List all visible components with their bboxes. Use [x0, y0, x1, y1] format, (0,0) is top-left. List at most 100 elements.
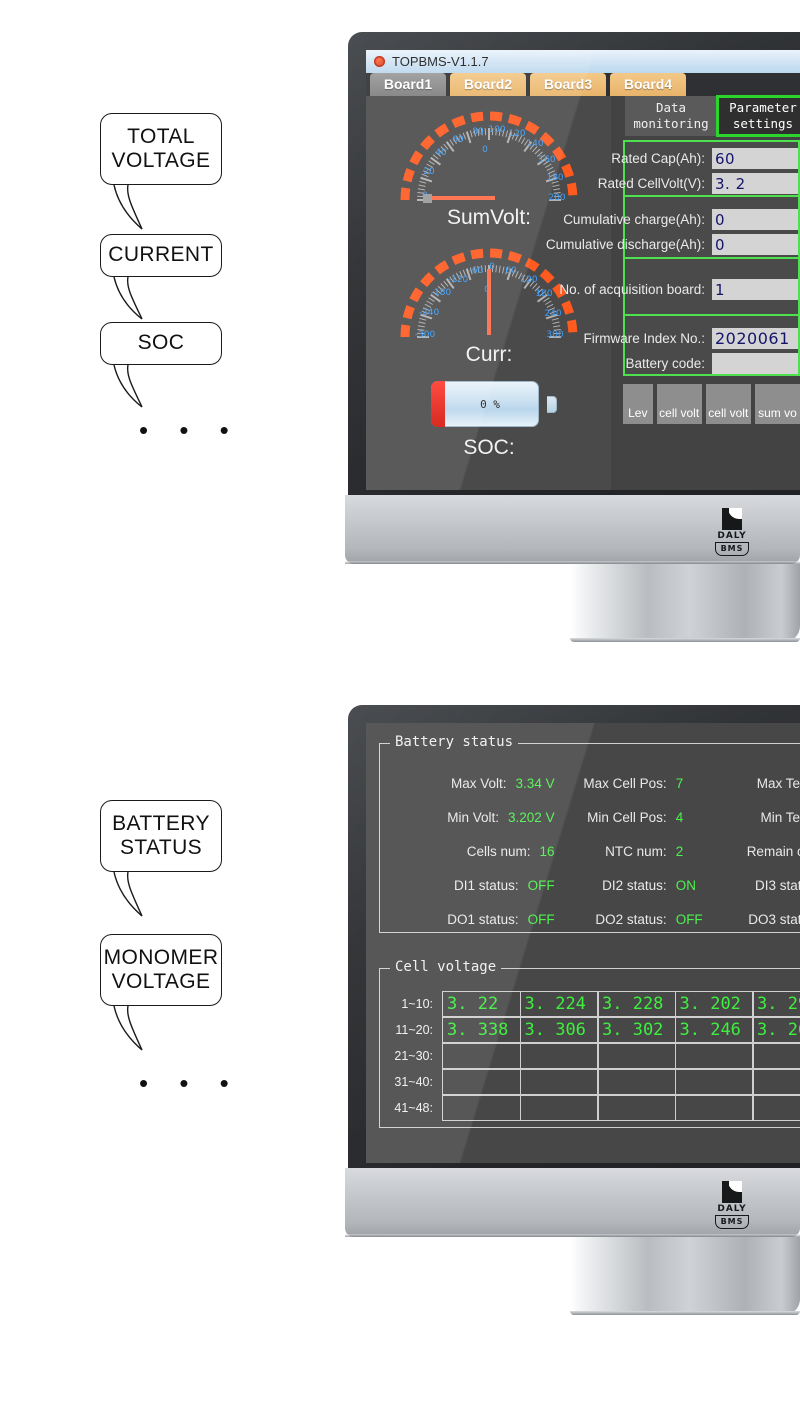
acquisition-board-label: No. of acquisition board:: [559, 282, 705, 297]
cell-voltage-cell[interactable]: [674, 1043, 754, 1069]
board-tab-bar: Board1 Board2 Board3 Board4: [366, 73, 800, 96]
svg-text:0: 0: [482, 145, 488, 155]
sumvolt-gauge: 0 20 40 60 80 100 120 140 160: [394, 104, 584, 204]
cell-voltage-cell[interactable]: 3. 22: [442, 991, 521, 1017]
remain-cap-label: Remain cap:: [746, 843, 800, 859]
setting-row: No. of acquisition board: 1: [559, 277, 798, 302]
cell-voltage-cell[interactable]: [752, 1043, 800, 1069]
callout-tail-icon: [113, 185, 143, 230]
cell-voltage-cell[interactable]: 3. 228: [597, 991, 676, 1017]
cell-voltage-cell[interactable]: [752, 1095, 800, 1121]
do2-status-value: OFF: [675, 911, 703, 927]
cell-voltage-cell[interactable]: 3. 202: [674, 991, 754, 1017]
cell-voltage-cell[interactable]: [519, 1069, 599, 1095]
current-gauge: -300 -240 -180 -120 -60 0 60 120 180 240…: [394, 241, 584, 341]
svg-text:-180: -180: [431, 288, 452, 298]
do1-status-value: OFF: [527, 911, 555, 927]
settings-group-board: No. of acquisition board: 1: [559, 257, 800, 314]
table-row: 1~10: 3. 22 3. 224 3. 228 3. 202 3. 29: [380, 991, 800, 1017]
cell-voltage-cell[interactable]: 3. 306: [519, 1017, 599, 1043]
svg-text:80: 80: [472, 127, 484, 137]
cell-voltage-cell[interactable]: [597, 1043, 676, 1069]
status-row: DI1 status: OFF DI2 status: ON DI3 status:…: [380, 868, 800, 902]
settings-group-rated: Rated Cap(Ah): 60 Rated CellVolt(V): 3. …: [598, 140, 800, 196]
table-row: 21~30:: [380, 1043, 800, 1069]
battery-code-label: Battery code:: [625, 356, 705, 371]
cell-voltage-cell[interactable]: [519, 1043, 599, 1069]
cell-voltage-cell[interactable]: [597, 1069, 676, 1095]
cumulative-charge-label: Cumulative charge(Ah):: [563, 212, 705, 227]
table-header-cellvolt-1[interactable]: cell volt: [656, 384, 702, 424]
cell-voltage-cell[interactable]: 3. 26: [752, 1017, 800, 1043]
cumulative-charge-value[interactable]: 0: [712, 209, 798, 230]
cell-voltage-cell[interactable]: [674, 1069, 754, 1095]
firmware-index-value[interactable]: 2020061: [712, 328, 798, 349]
cell-voltage-cell[interactable]: [519, 1095, 599, 1121]
max-cell-pos-value: 7: [675, 775, 684, 791]
cell-voltage-cell[interactable]: [752, 1069, 800, 1095]
daly-bms-logo-bottom: DALY BMS: [710, 1181, 754, 1229]
status-row: DO1 status: OFF DO2 status: OFF DO3 status…: [380, 902, 800, 936]
battery-code-value[interactable]: [712, 353, 798, 374]
min-volt-value: 3.202 V: [508, 809, 555, 825]
cell-voltage-cell[interactable]: 3. 224: [519, 991, 599, 1017]
cell-voltage-table: 1~10: 3. 22 3. 224 3. 228 3. 202 3. 29 1…: [380, 991, 800, 1121]
tab-board3[interactable]: Board3: [530, 73, 606, 96]
callout-tail-icon: [113, 365, 143, 408]
table-header-cellvolt-2[interactable]: cell volt: [705, 384, 751, 424]
callout-ellipsis-bottom: • • •: [139, 1068, 241, 1098]
cell-voltage-cell[interactable]: [442, 1043, 521, 1069]
monitor-bottom-screen: Battery status Max Volt: 3.34 V Max Cell …: [366, 723, 800, 1163]
acquisition-board-value[interactable]: 1: [712, 279, 798, 300]
bms-badge: BMS: [715, 1215, 749, 1229]
di2-status-value: ON: [675, 877, 696, 893]
sub-tab-bar: Data monitoring Parameter settings: [625, 95, 800, 137]
cell-voltage-legend: Cell voltage: [390, 959, 502, 975]
callout-monomer-voltage-label: MONOMER VOLTAGE: [100, 934, 222, 1006]
tab-board4[interactable]: Board4: [610, 73, 686, 96]
cell-voltage-cell[interactable]: 3. 246: [674, 1017, 754, 1043]
svg-text:-120: -120: [448, 275, 469, 285]
svg-text:200: 200: [548, 193, 565, 203]
tab-board1[interactable]: Board1: [370, 73, 446, 96]
cell-voltage-cell[interactable]: 3. 338: [442, 1017, 521, 1043]
cell-voltage-cell[interactable]: [674, 1095, 754, 1121]
cells-num-value: 16: [539, 843, 555, 859]
svg-text:60: 60: [505, 266, 517, 276]
svg-text:100: 100: [488, 125, 505, 135]
di1-status-label: DI1 status:: [454, 877, 519, 893]
svg-text:60: 60: [452, 135, 464, 145]
svg-text:300: 300: [546, 330, 563, 340]
svg-text:180: 180: [546, 173, 563, 183]
min-temp-label: Min Temp:: [760, 809, 800, 825]
setting-row: Rated CellVolt(V): 3. 2: [598, 171, 798, 196]
table-header-lev[interactable]: Lev: [623, 384, 653, 424]
tab-parameter-settings[interactable]: Parameter settings: [716, 95, 800, 137]
topbms-monitoring-window: Battery status Max Volt: 3.34 V Max Cell …: [366, 723, 800, 1163]
cell-voltage-cell[interactable]: [597, 1095, 676, 1121]
do3-status-label: DO3 status:: [748, 911, 800, 927]
cumulative-discharge-value[interactable]: 0: [712, 234, 798, 255]
status-row: Cells num:16 NTC num:2 Remain cap:4: [380, 834, 800, 868]
rated-cellvolt-label: Rated CellVolt(V):: [597, 176, 705, 191]
svg-text:240: 240: [544, 309, 561, 319]
callout-tail-icon: [113, 872, 143, 917]
callout-tail-icon: [113, 1006, 143, 1051]
svg-text:180: 180: [535, 289, 552, 299]
tab-board2[interactable]: Board2: [450, 73, 526, 96]
soc-percent-label: 0 %: [480, 397, 500, 411]
table-header-sumvolt[interactable]: sum vo: [754, 384, 800, 424]
cell-voltage-cell[interactable]: 3. 302: [597, 1017, 676, 1043]
sumvolt-label: SumVolt:: [446, 206, 532, 229]
svg-text:-300: -300: [415, 330, 436, 340]
cell-voltage-group: Cell voltage 1~10: 3. 22 3. 224 3. 228 3…: [379, 959, 800, 1128]
rated-cap-value[interactable]: 60: [712, 148, 798, 169]
rated-cellvolt-value[interactable]: 3. 2: [712, 173, 798, 194]
tab-data-monitoring[interactable]: Data monitoring: [625, 96, 717, 136]
bms-badge: BMS: [715, 542, 749, 556]
callout-battery-status-label: BATTERY STATUS: [100, 800, 222, 872]
callout-soc-label: SOC: [100, 322, 222, 365]
cell-voltage-cell[interactable]: 3. 29: [752, 991, 800, 1017]
cell-voltage-cell[interactable]: [442, 1069, 521, 1095]
cell-voltage-cell[interactable]: [442, 1095, 521, 1121]
